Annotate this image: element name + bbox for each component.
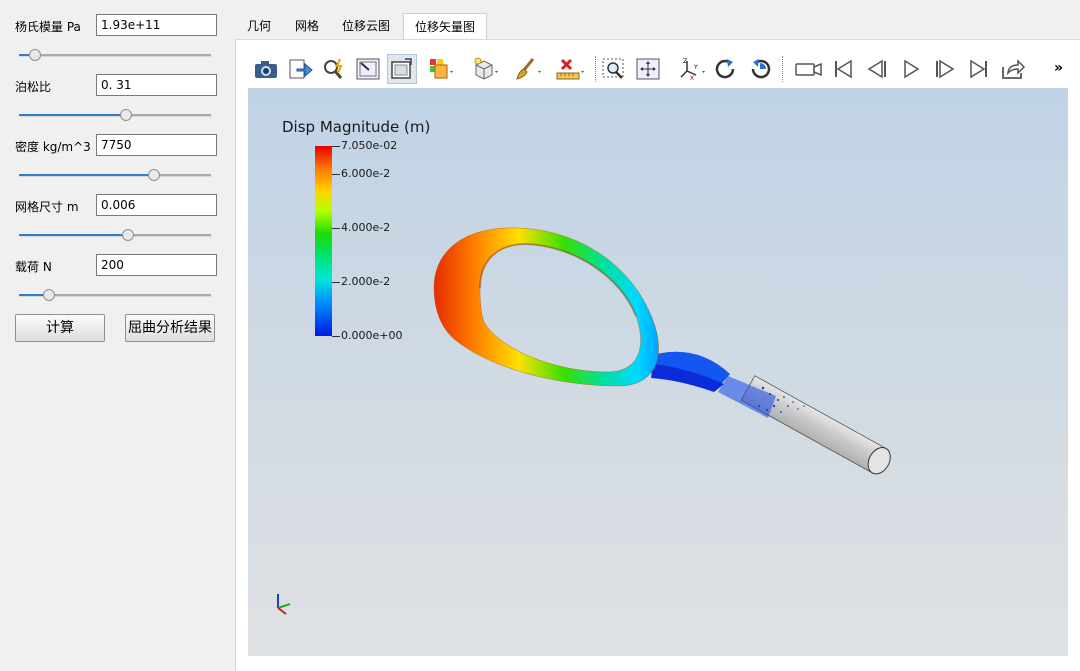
mesh-size-input[interactable] bbox=[96, 194, 217, 216]
slider-fill bbox=[19, 114, 125, 116]
cube-icon[interactable] bbox=[469, 54, 503, 84]
zoom-region-icon[interactable] bbox=[599, 54, 629, 84]
orientation-axes-icon bbox=[277, 594, 291, 615]
toolbar-overflow-button[interactable]: » bbox=[1054, 60, 1063, 76]
slider-track bbox=[19, 54, 211, 57]
tab-geometry[interactable]: 几何 bbox=[235, 13, 283, 39]
parameter-panel: 杨氏模量 Pa 泊松比 密度 kg/m^3 网格尺寸 m bbox=[0, 0, 234, 670]
racket-hoop bbox=[433, 227, 659, 387]
color-map-icon[interactable] bbox=[423, 54, 459, 84]
slider-handle[interactable] bbox=[121, 229, 134, 241]
rotate-cw-icon[interactable] bbox=[711, 54, 741, 84]
tab-displacement-vector[interactable]: 位移矢量图 bbox=[403, 13, 487, 41]
camera-icon[interactable] bbox=[251, 54, 281, 84]
param-label: 泊松比 bbox=[15, 80, 52, 94]
svg-text:X: X bbox=[690, 75, 694, 81]
export-icon[interactable] bbox=[285, 54, 315, 84]
param-label: 密度 kg/m^3 bbox=[15, 140, 91, 154]
slider-handle[interactable] bbox=[29, 49, 42, 61]
first-frame-icon[interactable] bbox=[828, 54, 858, 84]
video-camera-icon[interactable] bbox=[792, 54, 826, 84]
prev-frame-icon[interactable] bbox=[862, 54, 892, 84]
load-input[interactable] bbox=[96, 254, 217, 276]
slider-handle[interactable] bbox=[42, 289, 55, 301]
param-label: 杨氏模量 Pa bbox=[15, 20, 81, 34]
axes-icon[interactable]: ZYX bbox=[675, 54, 709, 84]
youngs-modulus-input[interactable] bbox=[96, 14, 217, 36]
mesh-size-slider[interactable] bbox=[19, 229, 211, 241]
density-input[interactable] bbox=[96, 134, 217, 156]
toolbar-separator bbox=[595, 56, 596, 82]
racket-handle bbox=[740, 375, 891, 475]
param-label: 网格尺寸 m bbox=[15, 200, 79, 214]
svg-text:Y: Y bbox=[693, 64, 698, 71]
rotate-ccw-icon[interactable] bbox=[745, 54, 775, 84]
hoop-inner-edge bbox=[479, 242, 637, 317]
buckling-results-button[interactable]: 屈曲分析结果 bbox=[125, 314, 215, 342]
slider-handle[interactable] bbox=[148, 169, 161, 181]
param-label: 载荷 N bbox=[15, 260, 52, 274]
slider-handle[interactable] bbox=[119, 109, 132, 121]
tab-mesh[interactable]: 网格 bbox=[283, 13, 331, 39]
density-slider[interactable] bbox=[19, 169, 211, 181]
youngs-modulus-slider[interactable] bbox=[19, 49, 211, 61]
next-frame-icon[interactable] bbox=[930, 54, 960, 84]
poisson-ratio-slider[interactable] bbox=[19, 109, 211, 121]
share-icon[interactable] bbox=[998, 54, 1028, 84]
select-box-icon[interactable] bbox=[353, 54, 383, 84]
slider-fill bbox=[19, 174, 154, 176]
fit-view-icon[interactable] bbox=[633, 54, 663, 84]
view-box-icon[interactable] bbox=[387, 54, 417, 84]
ruler-icon[interactable] bbox=[553, 54, 587, 84]
svg-text:Z: Z bbox=[683, 58, 687, 65]
tab-displacement-contour[interactable]: 位移云图 bbox=[331, 13, 401, 39]
brush-icon[interactable] bbox=[511, 54, 545, 84]
zoom-magic-icon[interactable] bbox=[319, 54, 349, 84]
slider-fill bbox=[19, 234, 127, 236]
toolbar-separator bbox=[782, 56, 783, 82]
view-toolbar: ZYX » bbox=[248, 50, 1080, 88]
poisson-ratio-input[interactable] bbox=[96, 74, 217, 96]
load-slider[interactable] bbox=[19, 289, 211, 301]
last-frame-icon[interactable] bbox=[964, 54, 994, 84]
play-icon[interactable] bbox=[896, 54, 926, 84]
3d-viewport[interactable]: Disp Magnitude (m) 7.050e-02 6.000e-2 4.… bbox=[248, 88, 1068, 656]
racket-model bbox=[433, 227, 891, 475]
compute-button[interactable]: 计算 bbox=[15, 314, 105, 342]
